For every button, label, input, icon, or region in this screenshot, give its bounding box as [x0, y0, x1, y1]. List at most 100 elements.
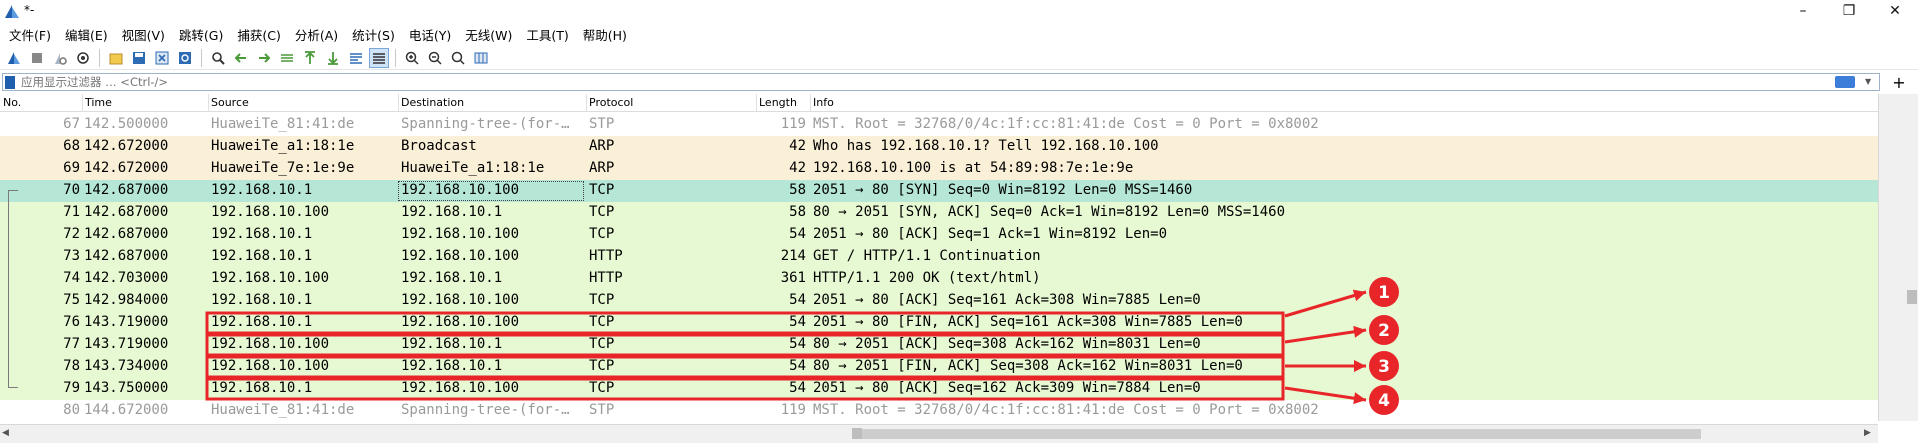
packet-source: 192.168.10.1 [211, 292, 313, 308]
column-header-protocol[interactable]: Protocol [589, 96, 633, 109]
menu-analyze[interactable]: 分析(A) [288, 25, 345, 44]
scroll-thumb[interactable] [1907, 290, 1917, 304]
packet-time: 143.734000 [84, 358, 169, 374]
horizontal-scroll-thumb[interactable] [856, 429, 1701, 439]
apply-filter-arrow-icon[interactable] [1835, 76, 1855, 88]
packet-number: 80 [63, 402, 80, 418]
packet-row[interactable]: 67 142.500000 HuaweiTe_81:41:de Spanning-tr… [0, 114, 1878, 136]
menu-bar: 文件(F) 编辑(E) 视图(V) 跳转(G) 捕获(C) 分析(A) 统计(S… [0, 22, 1918, 46]
restart-capture-icon[interactable] [50, 48, 70, 68]
focused-cell-outline [398, 181, 584, 201]
packet-list-vertical-scrollbar[interactable] [1878, 94, 1918, 421]
filter-dropdown-icon[interactable]: ▼ [1865, 77, 1875, 87]
packet-info: MST. Root = 32768/0/4c:1f:cc:81:41:de Co… [813, 116, 1319, 132]
packet-length: 119 [780, 116, 806, 132]
reload-file-icon[interactable] [175, 48, 195, 68]
display-filter-input[interactable] [21, 74, 1821, 90]
zoom-in-icon[interactable] [402, 48, 422, 68]
menu-go[interactable]: 跳转(G) [172, 25, 230, 44]
packet-destination: Spanning-tree-(for-… [401, 116, 570, 132]
packet-source: HuaweiTe_81:41:de [211, 116, 355, 132]
packet-destination: 192.168.10.1 [401, 270, 503, 286]
stop-capture-icon[interactable] [27, 48, 47, 68]
packet-length: 54 [789, 314, 806, 330]
horizontal-scroll-grip [852, 428, 862, 439]
go-last-packet-icon[interactable] [323, 48, 343, 68]
filter-bookmark-icon[interactable] [5, 76, 15, 89]
packet-protocol: HTTP [589, 248, 623, 264]
packet-length: 54 [789, 226, 806, 242]
packet-row[interactable]: 79 143.750000 192.168.10.1 192.168.10.100 TC… [0, 378, 1878, 400]
packet-destination: 192.168.10.1 [401, 336, 503, 352]
main-toolbar [0, 46, 1918, 70]
menu-wireless[interactable]: 无线(W) [458, 25, 519, 44]
go-first-packet-icon[interactable] [300, 48, 320, 68]
minimize-button[interactable]: – [1780, 0, 1826, 22]
scroll-left-arrow-icon[interactable]: ◀ [2, 428, 9, 438]
packet-length: 119 [780, 402, 806, 418]
menu-telephony[interactable]: 电话(Y) [402, 25, 458, 44]
packet-time: 144.672000 [84, 402, 169, 418]
scroll-right-arrow-icon[interactable]: ▶ [1864, 428, 1871, 438]
packet-info: 2051 → 80 [ACK] Seq=161 Ack=308 Win=7885… [813, 292, 1201, 308]
packet-row[interactable]: 68 142.672000 HuaweiTe_a1:18:1e Broadcast AR… [0, 136, 1878, 158]
packet-info: 2051 → 80 [ACK] Seq=1 Ack=1 Win=8192 Len… [813, 226, 1168, 242]
capture-options-icon[interactable] [73, 48, 93, 68]
packet-time: 143.750000 [84, 380, 169, 396]
packet-row[interactable]: 75 142.984000 192.168.10.1 192.168.10.100 TC… [0, 290, 1878, 312]
packet-destination: 192.168.10.100 [401, 380, 520, 396]
packet-row[interactable]: 77 143.719000 192.168.10.100 192.168.10.1 TC… [0, 334, 1878, 356]
menu-statistics[interactable]: 统计(S) [345, 25, 402, 44]
menu-capture[interactable]: 捕获(C) [230, 25, 287, 44]
add-filter-button[interactable]: + [1888, 72, 1910, 92]
zoom-normal-icon[interactable] [448, 48, 468, 68]
packet-length: 54 [789, 358, 806, 374]
packet-row[interactable]: 74 142.703000 192.168.10.100 192.168.10.1 HT… [0, 268, 1878, 290]
menu-tools[interactable]: 工具(T) [519, 25, 575, 44]
packet-row[interactable]: 76 143.719000 192.168.10.1 192.168.10.100 TC… [0, 312, 1878, 334]
packet-row[interactable]: 80 144.672000 HuaweiTe_81:41:de Spanning-tr… [0, 400, 1878, 422]
close-button[interactable]: ✕ [1872, 0, 1918, 22]
packet-row[interactable]: 72 142.687000 192.168.10.1 192.168.10.100 TC… [0, 224, 1878, 246]
go-forward-icon[interactable] [254, 48, 274, 68]
column-header-time[interactable]: Time [85, 96, 112, 109]
restore-button[interactable]: ❐ [1826, 0, 1872, 22]
colorize-icon[interactable] [369, 47, 389, 68]
column-header-length[interactable]: Length [759, 96, 797, 109]
packet-row[interactable]: 73 142.687000 192.168.10.1 192.168.10.100 HT… [0, 246, 1878, 268]
conversation-bracket [8, 190, 18, 388]
packet-info: Who has 192.168.10.1? Tell 192.168.10.10… [813, 138, 1159, 154]
menu-help[interactable]: 帮助(H) [576, 25, 634, 44]
menu-file[interactable]: 文件(F) [2, 25, 58, 44]
packet-protocol: TCP [589, 204, 615, 220]
column-header-info[interactable]: Info [813, 96, 834, 109]
packet-protocol: STP [589, 402, 615, 418]
display-filter-box: ▼ [2, 73, 1880, 91]
packet-length: 361 [780, 270, 806, 286]
packet-row[interactable]: 71 142.687000 192.168.10.100 192.168.10.1 TC… [0, 202, 1878, 224]
find-packet-icon[interactable] [208, 48, 228, 68]
zoom-out-icon[interactable] [425, 48, 445, 68]
packet-protocol: ARP [589, 160, 615, 176]
packet-destination: HuaweiTe_a1:18:1e [401, 160, 545, 176]
packet-length: 58 [789, 204, 806, 220]
column-header-source[interactable]: Source [211, 96, 249, 109]
packet-row[interactable]: 69 142.672000 HuaweiTe_7e:1e:9e HuaweiTe_a1… [0, 158, 1878, 180]
start-capture-icon[interactable] [4, 48, 24, 68]
auto-scroll-icon[interactable] [346, 48, 366, 68]
resize-columns-icon[interactable] [471, 48, 491, 68]
go-back-icon[interactable] [231, 48, 251, 68]
go-to-packet-icon[interactable] [277, 48, 297, 68]
menu-view[interactable]: 视图(V) [115, 25, 172, 44]
packet-row[interactable]: 78 143.734000 192.168.10.100 192.168.10.1 TC… [0, 356, 1878, 378]
menu-edit[interactable]: 编辑(E) [58, 25, 115, 44]
open-file-icon[interactable] [106, 48, 126, 68]
packet-row[interactable]: 70 142.687000 192.168.10.1 192.168.10.100 TC… [0, 180, 1878, 202]
column-header-no[interactable]: No. [3, 96, 21, 109]
packet-protocol: TCP [589, 336, 615, 352]
packet-list-horizontal-scrollbar[interactable]: ◀ ▶ [0, 424, 1878, 443]
packet-destination: 192.168.10.1 [401, 358, 503, 374]
column-header-destination[interactable]: Destination [401, 96, 464, 109]
close-file-icon[interactable] [152, 48, 172, 68]
save-file-icon[interactable] [129, 48, 149, 68]
